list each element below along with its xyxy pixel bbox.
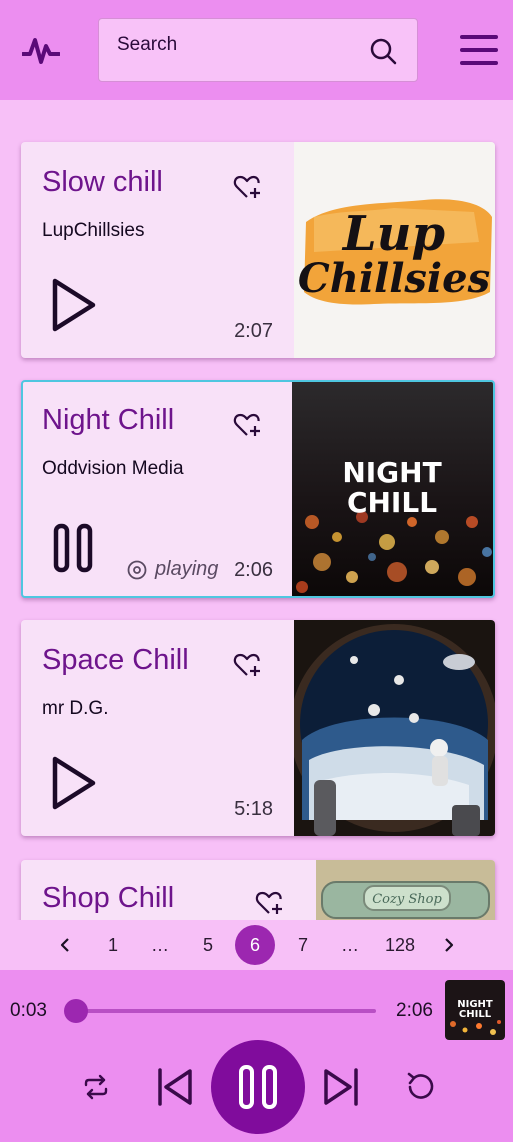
track-title: Slow chill (42, 166, 163, 198)
add-favorite-icon[interactable] (232, 172, 262, 202)
skip-next-icon[interactable] (322, 1067, 360, 1107)
pulse-logo-icon[interactable] (22, 32, 60, 68)
svg-text:Cozy Shop: Cozy Shop (372, 892, 442, 907)
track-duration: 2:07 (234, 320, 273, 342)
album-art (294, 620, 495, 836)
disc-icon (127, 560, 147, 579)
lupchillsies-art: Lup Chillsies (298, 199, 492, 305)
night-chill-art: NIGHT CHILL (292, 382, 493, 596)
search-placeholder: Search (117, 34, 178, 55)
play-icon[interactable] (49, 277, 97, 333)
elapsed-time: 0:03 (10, 1000, 47, 1021)
pause-icon[interactable] (53, 523, 93, 573)
play-pause-button[interactable] (211, 1040, 305, 1134)
shop-chill-art: Cozy Shop (316, 860, 495, 920)
repeat-icon[interactable] (82, 1073, 110, 1101)
playing-indicator: playing (127, 558, 218, 581)
track-card-active[interactable]: Night Chill Oddvision Media playing 2:06 (21, 380, 495, 598)
chevron-left-icon[interactable] (58, 937, 72, 953)
page-1[interactable]: 1 (98, 930, 128, 960)
playing-label: playing (155, 558, 219, 580)
hamburger-menu-icon[interactable] (459, 33, 499, 67)
page-current[interactable]: 6 (235, 925, 275, 965)
search-input[interactable]: Search (98, 18, 418, 82)
progress-thumb[interactable] (64, 999, 88, 1023)
space-chill-art (294, 620, 495, 836)
replay-icon[interactable] (405, 1071, 435, 1101)
track-artist: Oddvision Media (42, 458, 184, 479)
night-chill-thumb: NIGHT CHILL (445, 980, 505, 1040)
page-ellipsis: … (341, 935, 359, 955)
page-ellipsis: … (151, 935, 169, 955)
track-artist: LupChillsies (42, 220, 145, 241)
track-title: Night Chill (42, 404, 175, 436)
add-favorite-icon[interactable] (232, 650, 262, 680)
now-playing-art[interactable]: NIGHT CHILL (445, 980, 505, 1040)
track-title: Space Chill (42, 644, 189, 676)
svg-text:NIGHT: NIGHT (342, 456, 441, 489)
track-card[interactable]: Shop Chill Cozy Shop (21, 860, 495, 920)
page-128[interactable]: 128 (378, 930, 422, 960)
svg-text:Chillsies: Chillsies (298, 255, 490, 302)
pause-icon (239, 1065, 277, 1109)
track-duration: 2:06 (234, 559, 273, 581)
track-artist: mr D.G. (42, 698, 109, 719)
add-favorite-icon[interactable] (254, 888, 284, 918)
track-duration: 5:18 (234, 798, 273, 820)
app-header: Search (0, 0, 513, 100)
track-card[interactable]: Space Chill mr D.G. 5:18 (21, 620, 495, 836)
page-7[interactable]: 7 (288, 930, 318, 960)
progress-track[interactable] (76, 1009, 376, 1013)
track-title: Shop Chill (42, 882, 175, 914)
total-time: 2:06 (396, 1000, 433, 1021)
track-card[interactable]: Slow chill LupChillsies 2:07 Lup Chillsi… (21, 142, 495, 358)
pagination: 1 … 5 6 7 … 128 (0, 920, 513, 970)
skip-previous-icon[interactable] (156, 1067, 194, 1107)
page-5[interactable]: 5 (193, 930, 223, 960)
svg-text:CHILL: CHILL (459, 1009, 492, 1020)
album-art: NIGHT CHILL (292, 382, 493, 596)
player-bar: 0:03 2:06 NIGHT CHILL (0, 970, 513, 1142)
album-art: Lup Chillsies (294, 142, 495, 358)
track-list: Slow chill LupChillsies 2:07 Lup Chillsi… (0, 100, 513, 920)
album-art: Cozy Shop (316, 860, 495, 920)
chevron-right-icon[interactable] (442, 937, 456, 953)
svg-text:CHILL: CHILL (347, 486, 437, 519)
play-icon[interactable] (49, 755, 97, 811)
add-favorite-icon[interactable] (232, 410, 262, 440)
search-icon[interactable] (369, 37, 397, 65)
svg-text:Lup: Lup (341, 206, 445, 262)
